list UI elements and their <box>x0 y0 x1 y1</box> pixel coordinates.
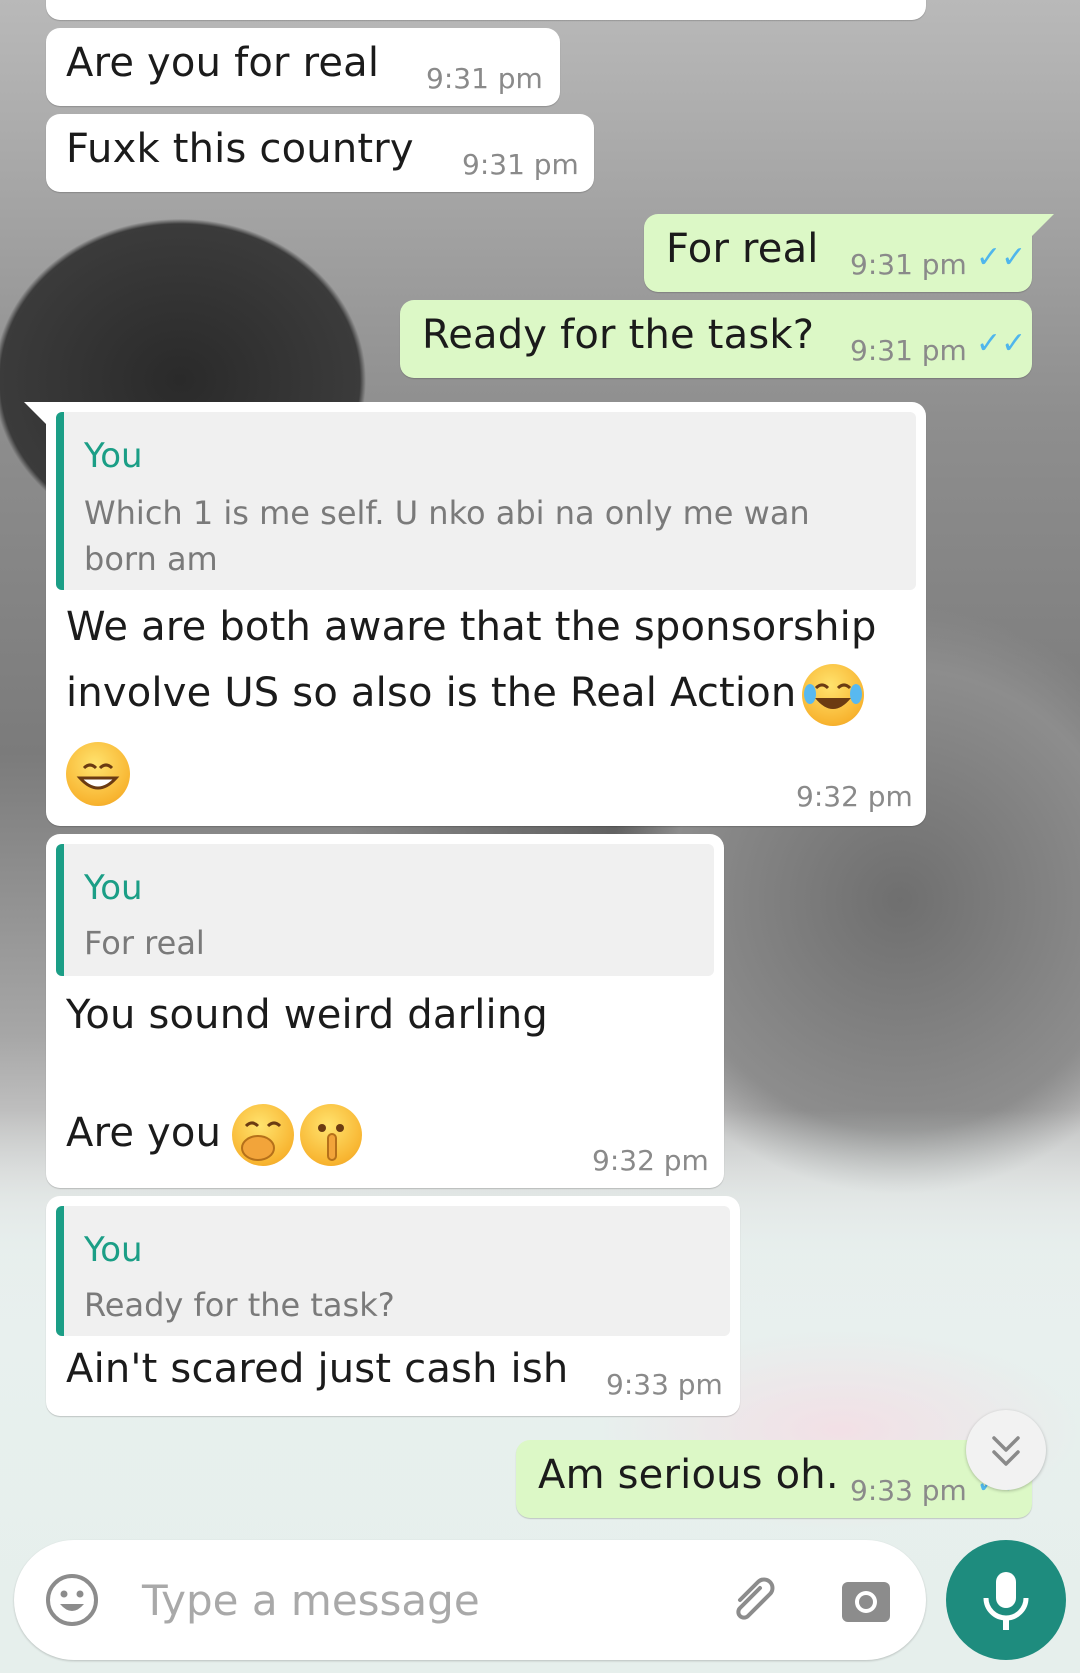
message-text: Fuxk this country <box>66 126 414 172</box>
message-bubble-incoming[interactable]: You Ready for the task? Ain't scared jus… <box>46 1196 740 1416</box>
quote-bar <box>56 412 64 590</box>
quote-bar <box>56 844 64 976</box>
tears-of-joy-emoji <box>802 664 864 726</box>
hand-over-mouth-emoji <box>232 1104 294 1166</box>
quote-text-line-1: Which 1 is me self. U nko abi na only me… <box>84 494 810 532</box>
message-time: 9:31 pm <box>426 62 543 95</box>
message-bubble-incoming[interactable]: Fuxk this country 9:31 pm <box>46 114 594 192</box>
quote-text-line-2: born am <box>84 540 218 578</box>
bubble-tail <box>24 402 46 424</box>
message-time: 9:31 pm <box>850 334 967 367</box>
message-bubble-outgoing[interactable]: For real 9:31 pm ✓✓ <box>644 214 1032 292</box>
quote-author: You <box>84 868 143 908</box>
grinning-emoji <box>66 742 130 806</box>
scroll-to-bottom-button[interactable] <box>966 1410 1046 1490</box>
quote-bar <box>56 1206 64 1336</box>
quoted-reply[interactable]: You For real <box>56 844 714 976</box>
message-text-line-1: We are both aware that the sponsorship <box>66 604 877 650</box>
message-text-line-1: You sound weird darling <box>66 992 548 1038</box>
message-time: 9:31 pm <box>850 248 967 281</box>
message-bubble-incoming[interactable]: You For real You sound weird darling Are… <box>46 834 724 1188</box>
double-check-icon: ✓✓ <box>976 326 1027 361</box>
message-bubble-outgoing[interactable]: Ready for the task? 9:31 pm ✓✓ <box>400 300 1032 378</box>
message-time: 9:31 pm <box>462 148 579 181</box>
message-time: 9:33 pm <box>850 1474 967 1507</box>
bubble-tail <box>1032 214 1054 236</box>
message-text: Am serious oh. <box>538 1452 839 1498</box>
message-bubble-incoming[interactable]: You Which 1 is me self. U nko abi na onl… <box>46 402 926 826</box>
message-text: For real <box>666 226 819 272</box>
message-text-line-2: involve US so also is the Real Action <box>66 670 797 716</box>
message-input[interactable]: Type a message <box>142 1576 480 1625</box>
message-bubble-outgoing[interactable]: Am serious oh. 9:33 pm ✓✓ <box>516 1440 1032 1518</box>
message-text: Ain't scared just cash ish <box>66 1346 569 1392</box>
mic-icon <box>983 1572 1029 1630</box>
quote-author: You <box>84 436 143 476</box>
message-bubble-partial[interactable] <box>46 0 926 20</box>
quote-text: Ready for the task? <box>84 1286 395 1324</box>
quote-author: You <box>84 1230 143 1270</box>
quote-text: For real <box>84 924 205 962</box>
quoted-reply[interactable]: You Ready for the task? <box>56 1206 730 1336</box>
message-composer[interactable]: Type a message <box>14 1540 926 1660</box>
chevron-double-down-icon <box>992 1436 1020 1466</box>
message-text: Are you for real <box>66 40 380 86</box>
double-check-icon: ✓✓ <box>976 240 1027 275</box>
shushing-emoji <box>300 1104 362 1166</box>
mic-button[interactable] <box>946 1540 1066 1660</box>
message-bubble-incoming[interactable]: Are you for real 9:31 pm <box>46 28 560 106</box>
message-text-line-2: Are you <box>66 1110 222 1156</box>
emoji-icon[interactable] <box>44 1572 100 1628</box>
message-time: 9:33 pm <box>606 1368 723 1401</box>
message-text: Ready for the task? <box>422 312 815 358</box>
paperclip-icon[interactable] <box>726 1570 786 1630</box>
quoted-reply[interactable]: You Which 1 is me self. U nko abi na onl… <box>56 412 916 590</box>
camera-icon[interactable] <box>838 1572 894 1628</box>
message-time: 9:32 pm <box>592 1144 709 1177</box>
message-time: 9:32 pm <box>796 780 913 813</box>
